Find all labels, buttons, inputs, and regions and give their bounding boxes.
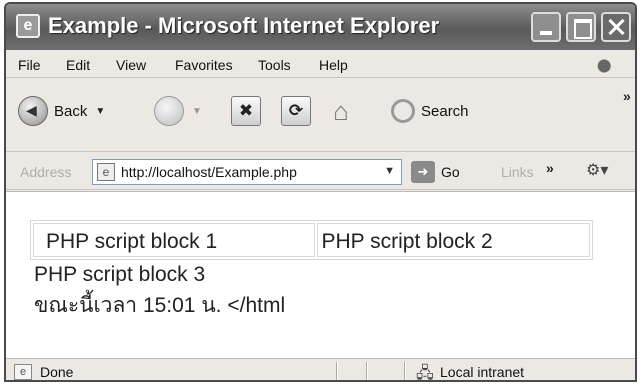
page-done-icon: e — [14, 364, 32, 380]
close-button[interactable] — [601, 12, 631, 42]
go-button[interactable]: ➜ Go — [411, 161, 460, 183]
maximize-button[interactable] — [566, 12, 596, 42]
address-dropdown-icon[interactable]: ▼ — [384, 165, 395, 177]
home-icon: ⌂ — [333, 96, 349, 126]
stop-icon: ✖ — [238, 101, 254, 120]
status-bar: e Done 🖧 Local intranet — [6, 358, 635, 382]
thai-time-text: ขณะนี้เวลา 15:01 น. </html — [34, 294, 286, 317]
status-divider — [366, 362, 368, 380]
refresh-button[interactable]: ⟳ — [281, 96, 311, 126]
browser-window: e Example - Microsoft Internet Explorer … — [4, 2, 637, 382]
go-label: Go — [441, 164, 460, 180]
windows-flag-icon — [593, 56, 621, 76]
ie-logo-icon: e — [16, 14, 40, 38]
status-divider — [404, 362, 406, 380]
zone-text: Local intranet — [440, 364, 525, 380]
minimize-button[interactable] — [531, 12, 561, 42]
links-overflow-chevron[interactable]: » — [546, 160, 554, 176]
back-label: Back — [54, 102, 88, 120]
home-button[interactable]: ⌂ — [326, 96, 356, 126]
extension-icon[interactable]: ⚙▾ — [586, 160, 608, 180]
menu-favorites[interactable]: Favorites — [175, 57, 233, 73]
intranet-zone-icon: 🖧 — [416, 365, 434, 382]
table-cell-2: PHP script block 2 — [316, 223, 590, 257]
php-table: PHP script block 1 PHP script block 2 — [30, 220, 593, 260]
address-label: Address — [20, 164, 72, 180]
menu-file[interactable]: File — [18, 57, 41, 73]
window-title: Example - Microsoft Internet Explorer — [48, 13, 440, 38]
stop-button[interactable]: ✖ — [231, 96, 261, 126]
status-divider — [336, 362, 338, 380]
php-block-3-text: PHP script block 3 — [34, 263, 206, 286]
search-button[interactable]: Search — [391, 94, 469, 128]
table-cell-1: PHP script block 1 — [33, 223, 315, 257]
forward-dropdown-icon[interactable]: ▼ — [192, 106, 202, 117]
address-bar: Address e http://localhost/Example.php ▼… — [6, 154, 635, 190]
forward-button[interactable]: ▼ — [154, 94, 202, 128]
search-label: Search — [421, 102, 469, 120]
page-icon: e — [97, 163, 115, 181]
menu-tools[interactable]: Tools — [258, 57, 291, 73]
search-icon — [391, 99, 415, 123]
go-arrow-icon: ➜ — [411, 161, 435, 183]
back-dropdown-icon[interactable]: ▼ — [95, 106, 105, 117]
address-input[interactable]: e http://localhost/Example.php ▼ — [92, 159, 402, 185]
back-button[interactable]: Back ▼ — [18, 94, 105, 128]
address-url[interactable]: http://localhost/Example.php — [121, 164, 297, 180]
page-content: PHP script block 1 PHP script block 2 PH… — [6, 191, 635, 358]
title-bar[interactable]: e Example - Microsoft Internet Explorer — [6, 4, 635, 50]
links-label[interactable]: Links — [501, 164, 534, 180]
back-arrow-icon — [18, 96, 48, 126]
toolbar: Back ▼ ▼ ✖ ⟳ ⌂ Search » — [6, 80, 635, 152]
menu-bar: File Edit View Favorites Tools Help — [6, 52, 635, 78]
refresh-icon: ⟳ — [288, 101, 304, 120]
forward-arrow-icon — [154, 96, 184, 126]
menu-view[interactable]: View — [116, 57, 146, 73]
status-text: Done — [40, 364, 74, 380]
menu-help[interactable]: Help — [319, 57, 348, 73]
toolbar-overflow-chevron[interactable]: » — [623, 88, 631, 104]
menu-edit[interactable]: Edit — [66, 57, 90, 73]
